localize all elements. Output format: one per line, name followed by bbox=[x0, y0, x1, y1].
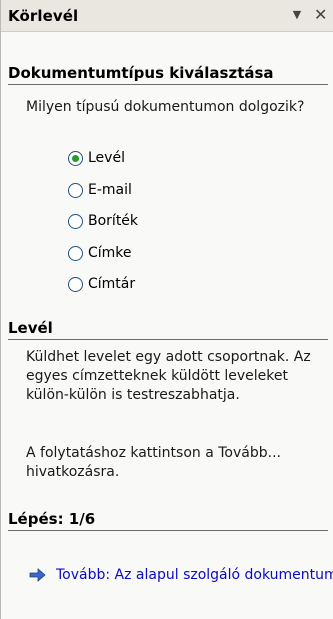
radio-option-cimke[interactable]: Címke bbox=[68, 243, 132, 263]
doc-type-question: Milyen típusú dokumentumon dolgozik? bbox=[26, 99, 305, 115]
description-paragraph-2: A folytatáshoz kattintson a Tovább... hi… bbox=[26, 445, 281, 480]
radio-button-icon[interactable] bbox=[68, 213, 83, 229]
radio-selected-dot bbox=[72, 154, 79, 162]
doc-type-heading: Dokumentumtípus kiválasztása bbox=[8, 64, 328, 85]
close-icon[interactable]: ✕ bbox=[314, 7, 330, 23]
next-step-link-label[interactable]: Tovább: Az alapul szolgáló dokumentum bbox=[56, 567, 333, 583]
step-heading: Lépés: 1/6 bbox=[8, 510, 328, 531]
description-heading: Levél bbox=[8, 319, 328, 340]
task-pane-titlebar: Körlevél ▼ ✕ bbox=[1, 0, 333, 32]
radio-label[interactable]: E-mail bbox=[88, 182, 132, 198]
task-pane-title: Körlevél bbox=[8, 6, 79, 25]
radio-option-levél[interactable]: Levél bbox=[68, 148, 125, 168]
radio-label[interactable]: Boríték bbox=[88, 213, 138, 229]
radio-label[interactable]: Levél bbox=[88, 150, 125, 166]
radio-option-e-mail[interactable]: E-mail bbox=[68, 180, 132, 200]
radio-option-cimtar[interactable]: Címtár bbox=[68, 274, 135, 294]
next-step-link[interactable]: Tovább: Az alapul szolgáló dokumentum bbox=[29, 567, 333, 583]
radio-button-icon[interactable] bbox=[68, 276, 83, 292]
task-pane: Körlevél ▼ ✕ Dokumentumtípus kiválasztás… bbox=[0, 0, 333, 619]
radio-option-boriték[interactable]: Boríték bbox=[68, 211, 138, 231]
radio-button-icon[interactable] bbox=[68, 182, 83, 198]
description-paragraph-1: Küldhet levelet egy adott csoportnak. Az… bbox=[26, 349, 311, 403]
arrow-right-icon[interactable] bbox=[29, 568, 46, 582]
radio-button-icon[interactable] bbox=[68, 245, 83, 261]
radio-label[interactable]: Címke bbox=[88, 245, 132, 261]
dropdown-arrow-icon[interactable]: ▼ bbox=[290, 8, 304, 22]
radio-button-icon[interactable] bbox=[68, 150, 83, 166]
radio-label[interactable]: Címtár bbox=[88, 276, 135, 292]
